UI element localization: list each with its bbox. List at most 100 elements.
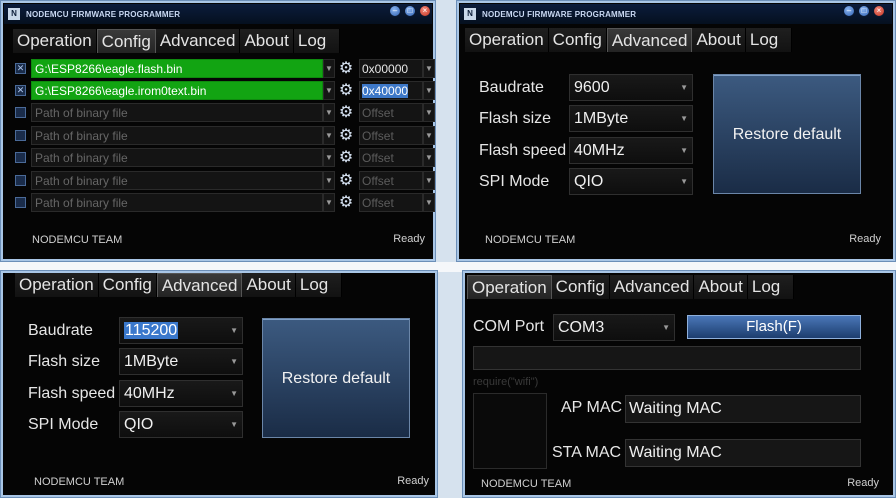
tab-config[interactable]: Config	[96, 29, 156, 53]
tab-about[interactable]: About	[242, 273, 296, 297]
minimize-icon[interactable]: –	[389, 5, 401, 17]
tab-log[interactable]: Log	[293, 29, 340, 53]
flash-speed-select[interactable]: 40MHz ▼	[119, 380, 243, 407]
offset-field[interactable]: Offset	[359, 148, 423, 167]
close-icon[interactable]: ×	[873, 5, 885, 17]
tab-bar: Operation Config Advanced About Log	[15, 273, 342, 297]
tab-about[interactable]: About	[694, 275, 748, 299]
checkbox[interactable]	[15, 152, 26, 163]
maximize-icon[interactable]: □	[858, 5, 870, 17]
status-text: Ready	[397, 475, 429, 487]
check-icon[interactable]: ✕	[15, 63, 26, 74]
tab-advanced[interactable]: Advanced	[156, 273, 243, 297]
maximize-icon[interactable]: □	[404, 5, 416, 17]
tab-operation[interactable]: Operation	[13, 29, 97, 53]
chevron-down-icon[interactable]: ▼	[323, 193, 335, 212]
chevron-down-icon[interactable]: ▼	[323, 81, 335, 100]
chevron-down-icon[interactable]: ▼	[323, 126, 335, 145]
chevron-down-icon[interactable]: ▼	[323, 103, 335, 122]
flash-button[interactable]: Flash(F)	[687, 315, 861, 339]
chevron-down-icon[interactable]: ▼	[323, 171, 335, 190]
gear-icon[interactable]: ⚙	[337, 103, 355, 122]
file-row: ✕ G:\ESP8266\eagle.flash.bin ▼ ⚙ 0x00000…	[11, 58, 435, 79]
gear-icon[interactable]: ⚙	[337, 148, 355, 167]
file-path-field[interactable]: Path of binary file	[31, 171, 323, 190]
offset-selected-text: 0x40000	[362, 84, 409, 98]
chevron-down-icon: ▼	[680, 146, 688, 155]
tab-advanced[interactable]: Advanced	[155, 29, 241, 53]
baudrate-value: 9600	[574, 79, 610, 96]
app-icon: N	[464, 8, 476, 20]
offset-field[interactable]: Offset	[359, 103, 423, 122]
tab-config[interactable]: Config	[548, 28, 607, 52]
offset-field[interactable]: Offset	[359, 126, 423, 145]
title-bar[interactable]: N NODEMCU FIRMWARE PROGRAMMER	[4, 4, 432, 24]
gear-icon[interactable]: ⚙	[337, 81, 355, 100]
baudrate-select[interactable]: 9600 ▼	[569, 74, 693, 101]
offset-field[interactable]: Offset	[359, 193, 423, 212]
tab-about[interactable]: About	[692, 28, 746, 52]
flash-size-value: 1MByte	[574, 110, 629, 127]
offset-field[interactable]: 0x00000	[359, 59, 423, 78]
gear-icon[interactable]: ⚙	[337, 171, 355, 190]
restore-default-button[interactable]: Restore default	[262, 318, 410, 438]
ap-mac-label: AP MAC	[561, 399, 623, 416]
file-path-field[interactable]: Path of binary file	[31, 193, 323, 212]
minimize-icon[interactable]: –	[843, 5, 855, 17]
gear-icon[interactable]: ⚙	[337, 193, 355, 212]
baudrate-select[interactable]: 115200 ▼	[119, 317, 243, 344]
tab-log[interactable]: Log	[295, 273, 342, 297]
file-row: Path of binary file ▼ ⚙ Offset ▼	[11, 102, 435, 123]
close-icon[interactable]: ×	[419, 5, 431, 17]
tab-advanced[interactable]: Advanced	[609, 275, 695, 299]
restore-default-button[interactable]: Restore default	[713, 74, 861, 194]
chevron-down-icon[interactable]: ▼	[423, 81, 435, 100]
tab-log[interactable]: Log	[747, 275, 794, 299]
tab-operation[interactable]: Operation	[15, 273, 99, 297]
file-path-field[interactable]: Path of binary file	[31, 126, 323, 145]
offset-field[interactable]: 0x40000	[359, 81, 423, 100]
chevron-down-icon[interactable]: ▼	[323, 59, 335, 78]
chevron-down-icon[interactable]: ▼	[423, 126, 435, 145]
com-port-select[interactable]: COM3 ▼	[553, 314, 675, 341]
tab-operation[interactable]: Operation	[467, 275, 552, 299]
file-path-field[interactable]: G:\ESP8266\eagle.irom0text.bin	[31, 81, 323, 100]
status-text: Ready	[849, 233, 881, 245]
checkbox[interactable]	[15, 197, 26, 208]
title-bar[interactable]: N NODEMCU FIRMWARE PROGRAMMER	[460, 4, 892, 24]
spi-mode-select[interactable]: QIO ▼	[569, 168, 693, 195]
chevron-down-icon[interactable]: ▼	[423, 193, 435, 212]
window-title: NODEMCU FIRMWARE PROGRAMMER	[482, 9, 637, 19]
chevron-down-icon[interactable]: ▼	[423, 148, 435, 167]
flash-speed-select[interactable]: 40MHz ▼	[569, 137, 693, 164]
checkbox[interactable]	[15, 130, 26, 141]
tab-operation[interactable]: Operation	[465, 28, 549, 52]
check-icon[interactable]: ✕	[15, 85, 26, 96]
file-path-field[interactable]: Path of binary file	[31, 103, 323, 122]
sta-mac-field: Waiting MAC	[625, 439, 861, 467]
tab-advanced[interactable]: Advanced	[606, 28, 693, 52]
file-path-field[interactable]: G:\ESP8266\eagle.flash.bin	[31, 59, 323, 78]
chevron-down-icon[interactable]: ▼	[423, 103, 435, 122]
chevron-down-icon[interactable]: ▼	[423, 171, 435, 190]
file-row: Path of binary file ▼ ⚙ Offset ▼	[11, 192, 435, 213]
chevron-down-icon[interactable]: ▼	[323, 148, 335, 167]
offset-field[interactable]: Offset	[359, 171, 423, 190]
flash-speed-label: Flash speed	[28, 385, 116, 402]
tab-config[interactable]: Config	[551, 275, 610, 299]
window-config: N NODEMCU FIRMWARE PROGRAMMER – □ × Oper…	[0, 0, 436, 262]
tab-about[interactable]: About	[240, 29, 294, 53]
flash-size-select[interactable]: 1MByte ▼	[119, 348, 243, 375]
checkbox[interactable]	[15, 107, 26, 118]
flash-size-label: Flash size	[28, 353, 101, 370]
gear-icon[interactable]: ⚙	[337, 126, 355, 145]
tab-log[interactable]: Log	[745, 28, 792, 52]
tab-bar: Operation Config Advanced About Log	[465, 28, 792, 52]
checkbox[interactable]	[15, 175, 26, 186]
file-path-field[interactable]: Path of binary file	[31, 148, 323, 167]
spi-mode-select[interactable]: QIO ▼	[119, 411, 243, 438]
chevron-down-icon[interactable]: ▼	[423, 59, 435, 78]
tab-config[interactable]: Config	[98, 273, 157, 297]
gear-icon[interactable]: ⚙	[337, 59, 355, 78]
flash-size-select[interactable]: 1MByte ▼	[569, 105, 693, 132]
